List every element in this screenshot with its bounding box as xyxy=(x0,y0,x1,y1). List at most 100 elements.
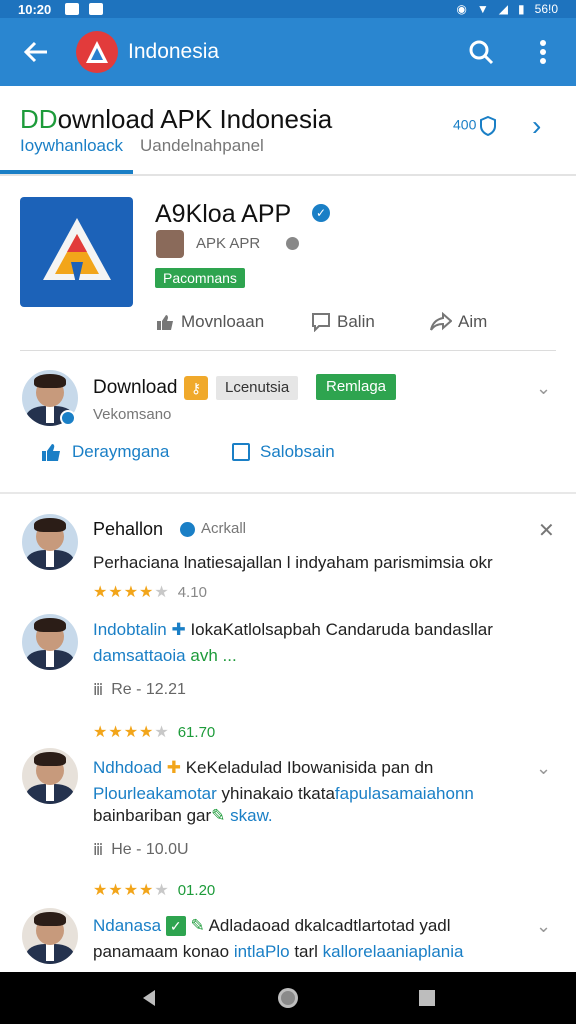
review-meta: ⅲ Re - 12.21 xyxy=(93,681,186,699)
reviews-list: Pehallon Acrkall ✕ Perhaciana lnatiesaja… xyxy=(0,496,576,972)
wifi-icon: ▼ xyxy=(476,2,489,16)
reviewer-name[interactable]: Indobtalin xyxy=(93,620,167,639)
rating-stars: ★★★★★ 01.20 xyxy=(93,880,215,900)
status-bar: 10:20 ◉ ▼ ◢ ▮ 56!0 xyxy=(0,0,576,18)
chevron-down-icon[interactable]: ⌄ xyxy=(536,916,551,937)
verified-icon xyxy=(60,410,76,426)
back-button[interactable] xyxy=(18,34,54,70)
side-link[interactable]: 400 xyxy=(453,115,497,137)
plus-icon: ✚ xyxy=(171,620,191,639)
close-icon[interactable]: ✕ xyxy=(538,518,555,543)
battery-icon: ▮ xyxy=(518,2,525,16)
recents-square-icon xyxy=(418,990,435,1006)
review-text: Perhaciana lnatiesajallan l indyaham par… xyxy=(93,553,493,572)
review-tag: Adladaoad dkalcadtlartotad yadl xyxy=(208,916,451,935)
home-circle-icon xyxy=(277,988,298,1008)
rate-link[interactable]: Deraymgana xyxy=(40,442,169,462)
recommended-badge: Pacomnans xyxy=(155,268,245,288)
app-name: A9Kloa APP xyxy=(155,200,292,228)
save-link[interactable]: Salobsain xyxy=(232,442,335,462)
review-text: damsattaoia avh ... xyxy=(93,646,237,665)
checkbox[interactable] xyxy=(232,443,250,461)
review-tag: Acrkall xyxy=(201,520,247,537)
pencil-icon: ✎ xyxy=(211,806,226,825)
nav-recents-button[interactable] xyxy=(407,978,447,1018)
developer-avatar xyxy=(156,230,184,258)
alarm-icon: ◉ xyxy=(456,2,467,16)
release-chip[interactable]: Remlaga xyxy=(316,374,397,400)
shield-icon xyxy=(480,115,497,137)
system-nav-bar xyxy=(0,972,576,1024)
badge-icon: ✚ xyxy=(166,758,186,777)
status-right-label: 56!0 xyxy=(534,2,558,16)
star-icons: ★★★★★ xyxy=(93,724,170,741)
license-chip[interactable]: Lcenutsia xyxy=(216,376,299,400)
reviewer-avatar xyxy=(22,908,78,964)
reviewer-avatar xyxy=(22,514,78,570)
pencil-icon: ✎ xyxy=(190,916,205,935)
logo-icon xyxy=(86,41,108,63)
tab-panel[interactable]: Uandelnahpanel xyxy=(140,136,264,156)
search-icon xyxy=(469,40,494,65)
tab-download[interactable]: Ioywhanloack xyxy=(20,136,123,156)
reply-icon: ⅲ xyxy=(93,682,104,699)
verified-icon xyxy=(180,522,195,537)
reviewer-avatar xyxy=(22,748,78,804)
rating-stars: ★★★★★ 4.10 xyxy=(93,582,207,602)
review-header: Indobtalin ✚ IokaKatlolsapbah Candaruda … xyxy=(93,620,493,640)
share-action[interactable]: Aim xyxy=(430,312,487,332)
review-tag: KeKeladulad Ibowanisida pan dn xyxy=(185,758,434,777)
reviewer-avatar xyxy=(22,614,78,670)
star-icons: ★★★★★ xyxy=(93,584,170,601)
reviewer-name[interactable]: Ndhdoad xyxy=(93,758,162,777)
back-triangle-icon xyxy=(143,990,156,1006)
star-icons: ★★★★★ xyxy=(93,882,170,899)
app-bar-title: Indonesia xyxy=(128,40,220,63)
verified-icon: ✓ xyxy=(312,204,330,222)
share-icon xyxy=(430,312,452,331)
chevron-right-icon[interactable]: › xyxy=(532,110,541,142)
search-button[interactable] xyxy=(466,37,496,67)
review-meta: ⅲ He - 10.0U xyxy=(93,841,189,859)
comment-icon xyxy=(312,313,330,332)
rating-value: 01.20 xyxy=(177,881,216,899)
reviewer-name[interactable]: Pehallon xyxy=(93,519,163,540)
section-divider xyxy=(0,492,576,494)
status-time: 10:20 xyxy=(18,1,52,17)
reviewer-name[interactable]: Ndanasa xyxy=(93,916,161,935)
key-icon: ⚷ xyxy=(184,376,208,400)
chevron-down-icon[interactable]: ⌄ xyxy=(536,758,551,779)
download-row: Download ⚷ Lcenutsia Remlaga ⌄ Vekomsano… xyxy=(0,368,576,478)
notification-icon-2 xyxy=(89,3,104,15)
thumb-icon xyxy=(157,315,173,330)
info-icon xyxy=(286,237,299,250)
more-options-button[interactable] xyxy=(528,37,558,67)
tab-header: DDownload APK Indonesia Ioywhanloack Uan… xyxy=(0,86,576,176)
active-tab-indicator xyxy=(0,170,133,174)
nav-back-button[interactable] xyxy=(129,978,169,1018)
rating-value: 4.10 xyxy=(177,583,207,601)
page-title: DDownload APK Indonesia xyxy=(20,104,333,134)
review-header: Ndhdoad ✚ KeKeladulad Ibowanisida pan dn xyxy=(93,758,433,778)
notification-icon xyxy=(65,3,80,15)
reply-icon: ⅲ xyxy=(93,842,104,859)
chevron-down-icon[interactable]: ⌄ xyxy=(536,378,551,399)
developer-name[interactable]: APK APR xyxy=(196,235,260,252)
version-label: Vekomsano xyxy=(93,406,172,423)
rating-value: 61.70 xyxy=(177,723,216,741)
app-logo xyxy=(76,31,118,73)
divider xyxy=(20,350,556,351)
comment-action[interactable]: Balin xyxy=(311,312,375,332)
rating-stars: ★★★★★ 61.70 xyxy=(93,722,215,742)
check-icon: ✓ xyxy=(165,916,186,936)
app-info-card: A9Kloa APP ✓ APK APR Pacomnans Movnloaan… xyxy=(0,178,576,488)
app-logo-icon xyxy=(42,218,111,288)
app-bar: Indonesia xyxy=(0,18,576,86)
download-action[interactable]: Movnloaan xyxy=(155,312,264,332)
thumb-up-icon xyxy=(42,444,60,461)
review-tag: IokaKatlolsapbah Candaruda bandasllar xyxy=(190,620,493,639)
nav-home-button[interactable] xyxy=(268,978,308,1018)
more-vert-icon xyxy=(540,40,546,64)
review-header: Ndanasa ✓ ✎ Adladaoad dkalcadtlartotad y… xyxy=(93,916,451,936)
arrow-left-icon xyxy=(23,41,47,63)
